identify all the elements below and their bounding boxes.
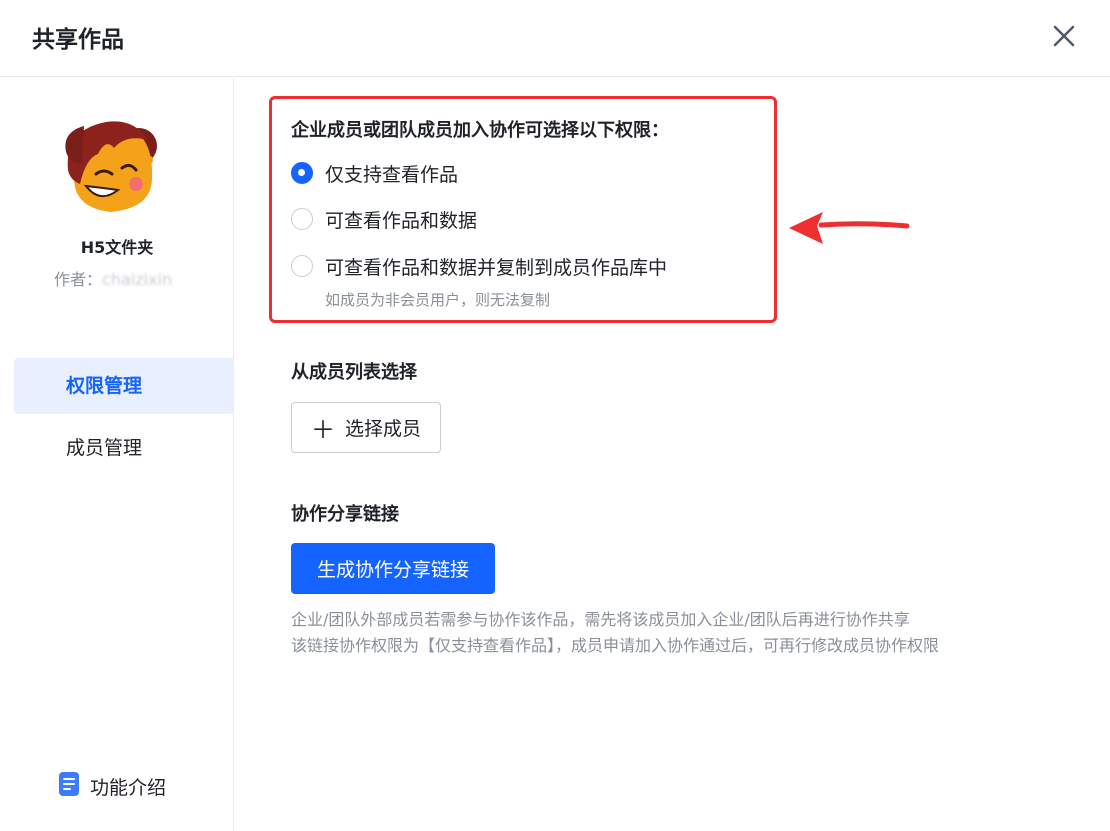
close-icon[interactable] [1046, 18, 1082, 54]
share-link-note: 企业/团队外部成员若需参与协作该作品，需先将该成员加入企业/团队后再进行协作共享 [291, 610, 910, 629]
radio-unchecked-icon[interactable] [291, 255, 313, 277]
author-label: 作者： [54, 270, 103, 289]
select-member-label: 选择成员 [344, 418, 421, 440]
share-link-section-title: 协作分享链接 [291, 504, 399, 525]
nav-item-permission-management[interactable]: 权限管理 [14, 358, 234, 414]
radio-checked-icon[interactable] [291, 162, 313, 184]
permission-option-label: 可查看作品和数据并复制到成员作品库中 [325, 256, 668, 279]
nav-item-member-management[interactable]: 成员管理 [14, 420, 234, 476]
permission-option-label: 仅支持查看作品 [325, 163, 459, 186]
sidebar: H5文件夹 作者：chaizixin 权限管理 成员管理 功能介绍 [0, 78, 234, 831]
dialog-title: 共享作品 [32, 27, 124, 53]
radio-unchecked-icon[interactable] [291, 208, 313, 230]
document-icon [58, 771, 80, 801]
permission-option-label: 可查看作品和数据 [325, 209, 478, 232]
work-cover-avatar [56, 108, 166, 218]
select-member-button[interactable]: ＋ 选择成员 [291, 402, 441, 453]
work-name: H5文件夹 [80, 238, 154, 257]
permission-option-view-data[interactable]: 可查看作品和数据 [291, 206, 477, 232]
permission-option-view-data-copy[interactable]: 可查看作品和数据并复制到成员作品库中 [291, 253, 667, 279]
annotation-arrow-icon [783, 206, 913, 250]
dialog-header: 共享作品 [0, 0, 1110, 77]
plus-icon: ＋ [310, 416, 335, 444]
feature-intro-link[interactable]: 功能介绍 [58, 772, 166, 800]
share-link-note: 该链接协作权限为【仅支持查看作品】，成员申请加入协作通过后，可再行修改成员协作权… [291, 636, 940, 655]
share-dialog: 共享作品 H5文件夹 作者：chaizixin 权限管理 成员管理 功能介绍 企… [0, 0, 1110, 831]
generate-share-link-button[interactable]: 生成协作分享链接 [291, 543, 495, 594]
permission-option-view-only[interactable]: 仅支持查看作品 [291, 160, 458, 186]
main-panel: 企业成员或团队成员加入协作可选择以下权限： 仅支持查看作品 可查看作品和数据 可… [235, 78, 1110, 831]
feature-intro-label: 功能介绍 [90, 776, 167, 799]
copy-permission-hint: 如成员为非会员用户，则无法复制 [325, 291, 551, 309]
permission-section-title: 企业成员或团队成员加入协作可选择以下权限： [291, 120, 669, 141]
author-name: chaizixin [102, 270, 173, 289]
member-list-section-title: 从成员列表选择 [291, 362, 417, 383]
author-line: 作者：chaizixin [54, 266, 172, 290]
